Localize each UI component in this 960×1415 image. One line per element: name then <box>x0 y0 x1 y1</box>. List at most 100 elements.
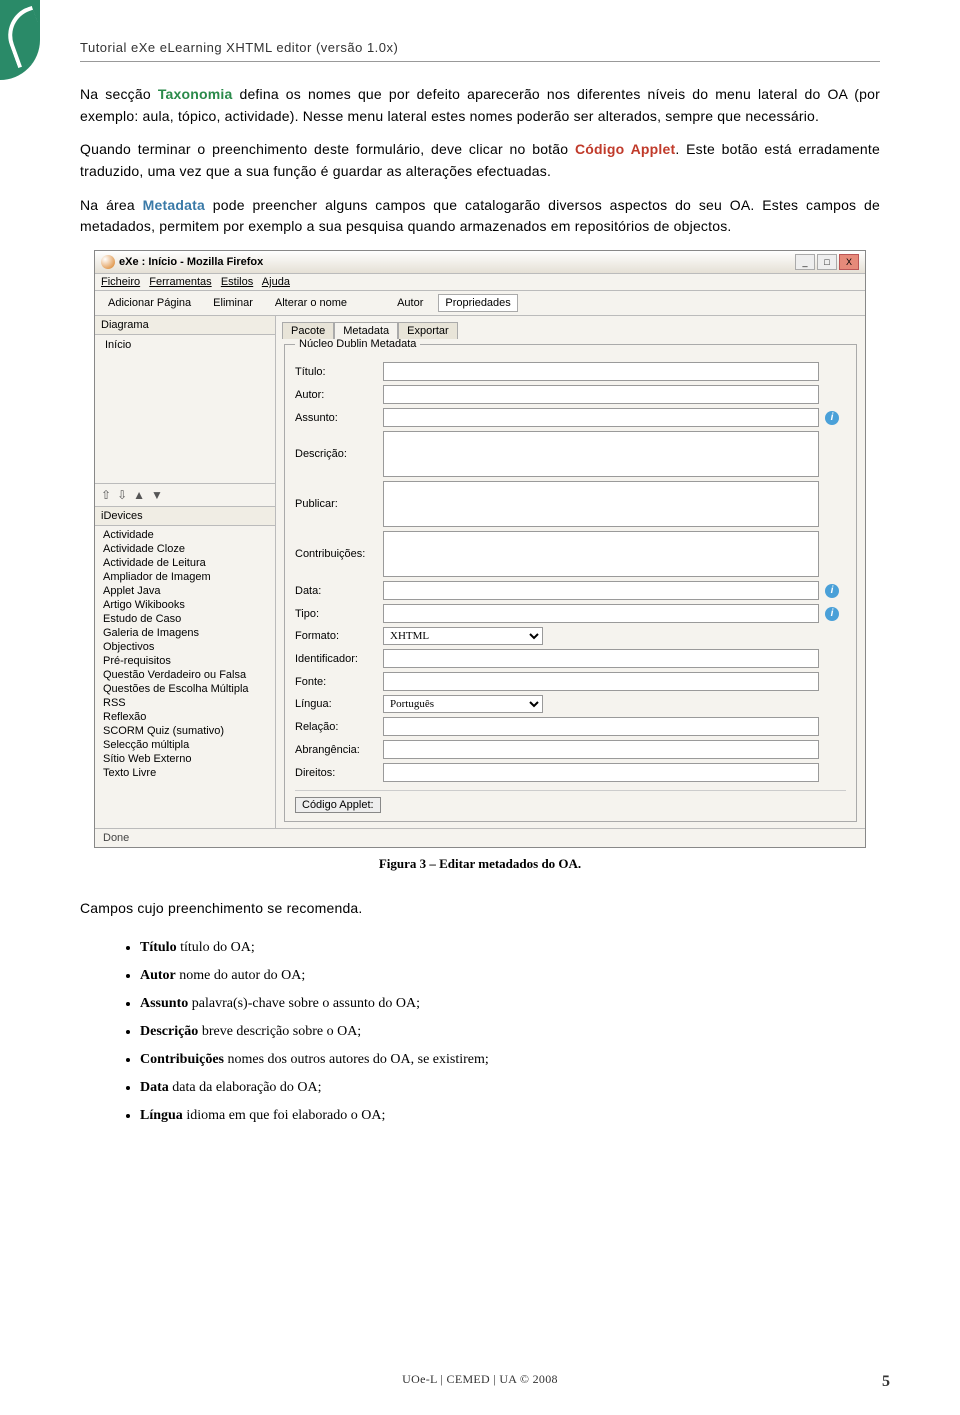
term-codigo-applet: Código Applet <box>575 141 675 157</box>
idevice-item[interactable]: Ampliador de Imagem <box>95 570 275 584</box>
idevice-item[interactable]: Galeria de Imagens <box>95 626 275 640</box>
input-publicar[interactable] <box>383 481 819 527</box>
idevice-item[interactable]: Actividade Cloze <box>95 542 275 556</box>
idevice-item[interactable]: Questão Verdadeiro ou Falsa <box>95 668 275 682</box>
idevice-item[interactable]: Pré-requisitos <box>95 654 275 668</box>
menu-estilos[interactable]: Estilos <box>221 276 253 288</box>
label-lingua: Língua: <box>295 698 377 710</box>
codigo-applet-button[interactable]: Código Applet: <box>295 797 381 813</box>
promote-icon[interactable]: ⇧ <box>101 488 111 502</box>
text: Na secção <box>80 86 158 102</box>
subtab-exportar[interactable]: Exportar <box>398 322 458 339</box>
tab-propriedades[interactable]: Propriedades <box>438 294 517 312</box>
menu-ajuda[interactable]: Ajuda <box>262 276 290 288</box>
idevice-item[interactable]: Actividade de Leitura <box>95 556 275 570</box>
page-number: 5 <box>882 1373 890 1391</box>
input-contribuicoes[interactable] <box>383 531 819 577</box>
list-item: Contribuições nomes dos outros autores d… <box>140 1046 880 1074</box>
idevice-item[interactable]: Texto Livre <box>95 766 275 780</box>
select-lingua[interactable]: Português <box>383 695 543 713</box>
subtab-pacote[interactable]: Pacote <box>282 322 334 339</box>
label-autor: Autor: <box>295 389 377 401</box>
down-icon[interactable]: ▼ <box>151 488 163 502</box>
idevice-item[interactable]: RSS <box>95 696 275 710</box>
label-relacao: Relação: <box>295 721 377 733</box>
idevice-item[interactable]: Sítio Web Externo <box>95 752 275 766</box>
firefox-icon <box>101 255 115 269</box>
input-data[interactable] <box>383 581 819 600</box>
idevice-item[interactable]: Questões de Escolha Múltipla <box>95 682 275 696</box>
input-titulo[interactable] <box>383 362 819 381</box>
window-maximize-button[interactable]: □ <box>817 254 837 270</box>
idevice-item[interactable]: Selecção múltipla <box>95 738 275 752</box>
window-titlebar: eXe : Início - Mozilla Firefox _ □ X <box>95 251 865 274</box>
text: Na área <box>80 197 143 213</box>
idevice-item[interactable]: Reflexão <box>95 710 275 724</box>
window-minimize-button[interactable]: _ <box>795 254 815 270</box>
brand-logo <box>0 0 40 80</box>
input-tipo[interactable] <box>383 604 819 623</box>
panel-header-idevices: iDevices <box>95 506 275 526</box>
info-icon[interactable]: i <box>825 607 839 621</box>
label-titulo: Título: <box>295 366 377 378</box>
list-item: Título título do OA; <box>140 934 880 962</box>
label-identificador: Identificador: <box>295 653 377 665</box>
idevice-item[interactable]: Estudo de Caso <box>95 612 275 626</box>
select-formato[interactable]: XHTML <box>383 627 543 645</box>
label-data: Data: <box>295 585 377 597</box>
label-direitos: Direitos: <box>295 767 377 779</box>
menu-ficheiro[interactable]: Ficheiro <box>101 276 140 288</box>
input-identificador[interactable] <box>383 649 819 668</box>
idevice-item[interactable]: Artigo Wikibooks <box>95 598 275 612</box>
page-header: Tutorial eXe eLearning XHTML editor (ver… <box>80 40 880 55</box>
input-abrangencia[interactable] <box>383 740 819 759</box>
tree-node-inicio[interactable]: Início <box>105 339 265 351</box>
label-abrangencia: Abrangência: <box>295 744 377 756</box>
input-direitos[interactable] <box>383 763 819 782</box>
subtab-metadata[interactable]: Metadata <box>334 322 398 339</box>
menu-ferramentas[interactable]: Ferramentas <box>149 276 211 288</box>
label-fonte: Fonte: <box>295 676 377 688</box>
idevice-item[interactable]: Actividade <box>95 528 275 542</box>
panel-header-diagrama: Diagrama <box>95 316 275 335</box>
status-bar: Done <box>95 828 865 847</box>
paragraph-metadata: Na área Metadata pode preencher alguns c… <box>80 195 880 238</box>
text: Quando terminar o preenchimento deste fo… <box>80 141 575 157</box>
input-descricao[interactable] <box>383 431 819 477</box>
label-tipo: Tipo: <box>295 608 377 620</box>
label-descricao: Descrição: <box>295 448 377 460</box>
page-footer: UOe-L | CEMED | UA © 2008 <box>0 1372 960 1387</box>
window-close-button[interactable]: X <box>839 254 859 270</box>
idevice-list: ActividadeActividade ClozeActividade de … <box>95 526 275 782</box>
label-contribuicoes: Contribuições: <box>295 548 377 560</box>
demote-icon[interactable]: ⇩ <box>117 488 127 502</box>
up-icon[interactable]: ▲ <box>133 488 145 502</box>
tab-autor[interactable]: Autor <box>390 294 430 312</box>
divider <box>80 61 880 62</box>
toolbar-add-page[interactable]: Adicionar Página <box>101 294 198 312</box>
label-assunto: Assunto: <box>295 412 377 424</box>
input-relacao[interactable] <box>383 717 819 736</box>
term-taxonomia: Taxonomia <box>158 86 233 102</box>
label-publicar: Publicar: <box>295 498 377 510</box>
toolbar-delete[interactable]: Eliminar <box>206 294 260 312</box>
info-icon[interactable]: i <box>825 411 839 425</box>
input-assunto[interactable] <box>383 408 819 427</box>
tree-buttons: ⇧ ⇩ ▲ ▼ <box>95 483 275 506</box>
idevice-item[interactable]: Objectivos <box>95 640 275 654</box>
outline-tree: Início <box>95 335 275 483</box>
right-content: Pacote Metadata Exportar Núcleo Dublin M… <box>276 316 865 828</box>
input-fonte[interactable] <box>383 672 819 691</box>
list-item: Data data da elaboração do OA; <box>140 1074 880 1102</box>
screenshot-app-window: eXe : Início - Mozilla Firefox _ □ X Fic… <box>94 250 866 848</box>
toolbar-rename[interactable]: Alterar o nome <box>268 294 354 312</box>
term-metadata: Metadata <box>143 197 205 213</box>
window-title: eXe : Início - Mozilla Firefox <box>119 256 263 268</box>
idevice-item[interactable]: Applet Java <box>95 584 275 598</box>
info-icon[interactable]: i <box>825 584 839 598</box>
list-item: Descrição breve descrição sobre o OA; <box>140 1018 880 1046</box>
metadata-fieldset: Núcleo Dublin Metadata Título: Autor: As… <box>284 338 857 822</box>
idevice-item[interactable]: SCORM Quiz (sumativo) <box>95 724 275 738</box>
recommended-title: Campos cujo preenchimento se recomenda. <box>80 898 880 920</box>
input-autor[interactable] <box>383 385 819 404</box>
